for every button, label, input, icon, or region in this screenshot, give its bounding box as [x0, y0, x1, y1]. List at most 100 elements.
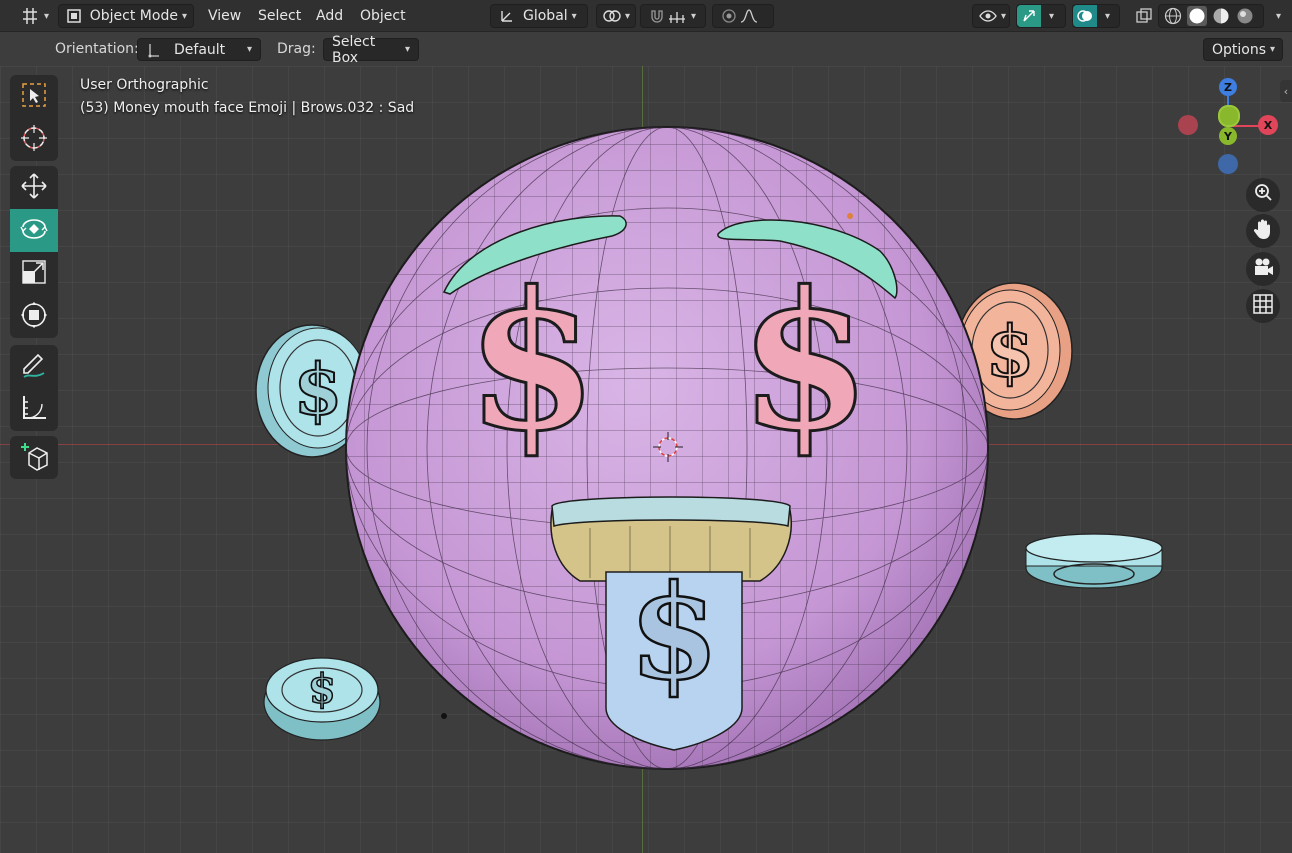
xray-toggle[interactable]: [1128, 4, 1160, 28]
menu-add[interactable]: Add: [310, 4, 349, 28]
chevron-down-icon: ▾: [181, 10, 187, 22]
editor-type-icon: [20, 6, 40, 26]
tool-measure[interactable]: [10, 388, 58, 431]
material-shading-icon[interactable]: [1211, 6, 1231, 26]
gizmo-dropdown[interactable]: ▾: [1016, 4, 1066, 28]
orientation-label: Orientation:: [55, 41, 139, 57]
wireframe-shading-icon[interactable]: [1163, 6, 1183, 26]
mode-dropdown[interactable]: Object Mode ▾: [58, 4, 194, 28]
svg-text:$: $: [986, 310, 1035, 393]
snap-increment-icon: [667, 6, 687, 26]
chevron-down-icon: ▾: [1049, 10, 1055, 22]
chevron-down-icon: ▾: [625, 10, 631, 22]
chevron-down-icon: ▾: [1276, 10, 1282, 22]
shading-mode-group: [1158, 4, 1264, 28]
tool-scale[interactable]: [10, 252, 58, 295]
gizmo-z-ball[interactable]: Z: [1219, 78, 1237, 96]
menu-object[interactable]: Object: [354, 4, 412, 28]
pivot-point-dropdown[interactable]: ▾: [596, 4, 636, 28]
transform-icon: [20, 301, 48, 333]
proportional-editing-icon: [719, 6, 739, 26]
grid-icon: [1253, 294, 1273, 318]
chevron-down-icon: ▾: [1270, 44, 1276, 55]
solid-shading-icon[interactable]: [1187, 6, 1207, 26]
tool-select-box[interactable]: [10, 75, 58, 118]
sidebar-toggle[interactable]: ‹: [1280, 80, 1292, 102]
options-label: Options: [1212, 41, 1267, 58]
orientation-axes-icon: [497, 6, 517, 26]
chevron-down-icon: ▾: [404, 44, 410, 55]
gizmo-toggle-icon[interactable]: [1017, 5, 1041, 27]
chevron-down-icon: ▾: [1105, 10, 1111, 22]
proportional-editing-group[interactable]: [712, 4, 774, 28]
object-info: (53) Money mouth face Emoji | Brows.032 …: [80, 100, 415, 116]
scene-render: $ $ $ $ $ $: [255, 126, 1163, 770]
xray-icon: [1134, 6, 1154, 26]
snap-dropdown[interactable]: ▾: [640, 4, 706, 28]
drag-label: Drag:: [277, 41, 316, 57]
overlays-dropdown[interactable]: ▾: [1072, 4, 1120, 28]
orientation-label: Global: [523, 8, 568, 24]
chevron-down-icon: ▾: [1001, 10, 1007, 22]
gizmo-neg-z-ball[interactable]: [1218, 154, 1238, 174]
editor-type-button[interactable]: ▾: [14, 4, 55, 28]
object-mode-icon: [65, 6, 84, 26]
mode-label: Object Mode: [89, 8, 178, 24]
svg-text:$: $: [466, 250, 598, 473]
small-vertex-dot: [441, 713, 447, 719]
menu-select[interactable]: Select: [252, 4, 307, 28]
overlays-toggle-icon[interactable]: [1073, 5, 1097, 27]
zoom-button[interactable]: [1246, 178, 1280, 212]
drag-dropdown[interactable]: Select Box ▾: [323, 34, 419, 66]
gizmo-x-ball[interactable]: X: [1258, 115, 1278, 135]
gizmo-neg-y-ball[interactable]: [1218, 105, 1240, 127]
hand-icon: [1253, 218, 1273, 244]
tongue: $: [605, 555, 743, 751]
add-cube-icon: [19, 441, 49, 475]
measure-ruler-icon: [20, 394, 48, 426]
camera-view-button[interactable]: [1246, 252, 1280, 286]
select-box-icon: [21, 82, 47, 112]
tool-group-transform: [10, 166, 58, 338]
chevron-left-icon: ‹: [1283, 84, 1289, 98]
view-name: User Orthographic: [80, 77, 209, 93]
object-origin-dot: [847, 213, 853, 219]
tool-group-select: [10, 75, 58, 161]
gizmo-neg-x-ball[interactable]: [1178, 115, 1198, 135]
transform-orientation-dropdown[interactable]: Global ▾: [490, 4, 588, 28]
tool-rotate[interactable]: [10, 209, 58, 252]
orientation-dropdown[interactable]: Default ▾: [137, 38, 261, 61]
tool-group-annotate: [10, 345, 58, 431]
svg-text:$: $: [739, 250, 871, 473]
chevron-down-icon: ▾: [246, 44, 252, 55]
svg-text:$: $: [294, 348, 343, 431]
rendered-shading-icon[interactable]: [1235, 6, 1255, 26]
options-dropdown[interactable]: Options ▾: [1203, 38, 1283, 61]
snap-magnet-icon: [647, 6, 667, 26]
viewport-header: ▾ Object Mode ▾ View Select Add Object G…: [0, 0, 1292, 32]
shading-dropdown[interactable]: ▾: [1266, 4, 1287, 28]
menu-view[interactable]: View: [202, 4, 247, 28]
cursor-icon: [20, 124, 48, 156]
3d-viewport[interactable]: $ $ $ $ $ $ User Orthographic (53) Money…: [0, 66, 1292, 853]
tool-cursor[interactable]: [10, 118, 58, 161]
tool-annotate[interactable]: [10, 345, 58, 388]
tool-transform[interactable]: [10, 295, 58, 338]
visibility-dropdown[interactable]: ▾: [972, 4, 1010, 28]
tool-add-cube[interactable]: [10, 436, 58, 479]
tool-move[interactable]: [10, 166, 58, 209]
dollar-eye-left: $: [464, 249, 599, 475]
orientation-axes-icon: [146, 40, 162, 60]
chevron-down-icon: ▾: [691, 10, 697, 22]
tool-group-add: [10, 436, 58, 479]
pan-button[interactable]: [1246, 214, 1280, 248]
scale-icon: [21, 259, 47, 289]
perspective-toggle-button[interactable]: [1246, 289, 1280, 323]
coin-right-flat: [1025, 533, 1163, 589]
chevron-down-icon: ▾: [44, 10, 50, 22]
dollar-eye-right: $: [737, 249, 872, 475]
svg-text:$: $: [308, 668, 336, 715]
camera-icon: [1252, 257, 1274, 281]
pivot-icon: [603, 6, 621, 26]
gizmo-y-ball[interactable]: Y: [1219, 127, 1237, 145]
